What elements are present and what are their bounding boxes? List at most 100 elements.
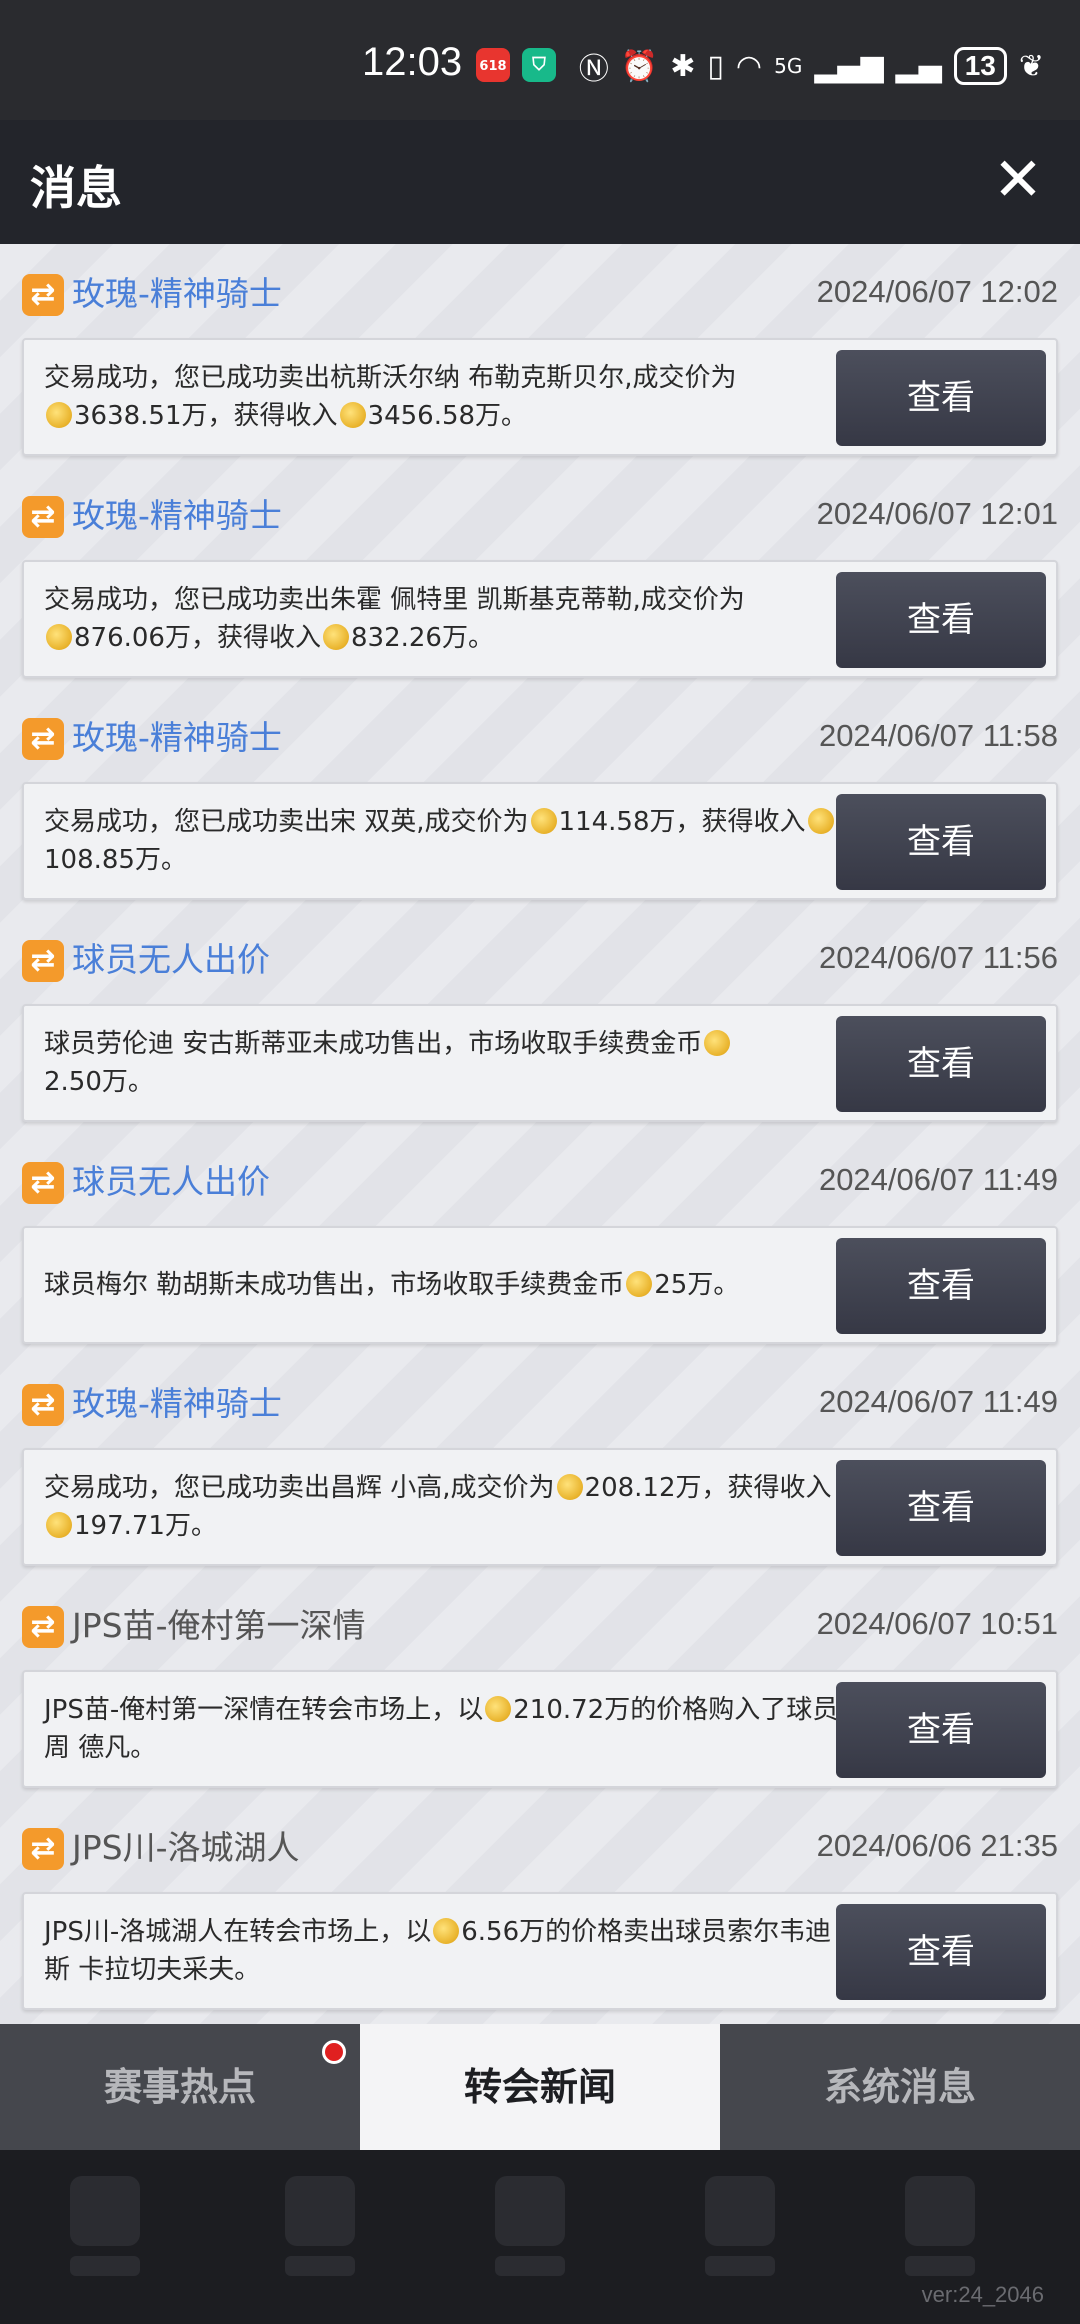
coin-icon (704, 1030, 731, 1056)
coin-icon (433, 1918, 460, 1944)
coin-icon (530, 808, 557, 834)
message-text: 交易成功，您已成功卖出朱霍 佩特里 凯斯基克蒂勒,成交价为 876.06万，获得收… (44, 585, 745, 653)
coin-icon (46, 624, 72, 650)
message-sender[interactable]: 玫瑰-精神骑士 (72, 1382, 282, 1426)
message-item: ⇄ 玫瑰-精神骑士 2024/06/07 12:01 交易成功，您已成功卖出朱霍… (0, 466, 1080, 688)
status-icons: Ⓝ ⏰ ✱ ▯ ◠ 5G ▂▄▆ ▂▄ 13 ❦ (579, 44, 1044, 88)
message-card: 交易成功，您已成功卖出昌辉 小高,成交价为 208.12万，获得收入197.71万… (22, 1448, 1058, 1566)
message-item: ⇄ 玫瑰-精神骑士 2024/06/07 12:02 交易成功，您已成功卖出杭斯… (0, 244, 1080, 466)
tab-transfer-news[interactable]: 转会新闻 (360, 2024, 720, 2150)
transfer-icon: ⇄ (22, 1162, 64, 1204)
message-text: 交易成功，您已成功卖出杭斯沃尔纳 布勒克斯贝尔,成交价为 3638.51万，获得收… (44, 363, 737, 431)
coin-icon (46, 402, 72, 428)
view-button[interactable]: 查看 (836, 1460, 1046, 1556)
message-time: 2024/06/07 11:56 (818, 940, 1058, 975)
game-bottom-nav: ver:24_2046 (0, 2150, 1080, 2324)
message-card: 交易成功，您已成功卖出朱霍 佩特里 凯斯基克蒂勒,成交价为 876.06万，获得收… (22, 560, 1058, 678)
view-button[interactable]: 查看 (836, 1016, 1046, 1112)
message-sender[interactable]: 玫瑰-精神骑士 (72, 272, 282, 316)
message-text: JPS川-洛城湖人在转会市场上，以 6.56万的价格卖出球员索尔韦迪斯 卡拉切夫采… (44, 1917, 832, 1985)
message-header: ⇄ 玫瑰-精神骑士 2024/06/07 11:49 (22, 1380, 1058, 1430)
message-sender[interactable]: 玫瑰-精神骑士 (72, 716, 282, 760)
message-sender[interactable]: JPS苗-俺村第一深情 (72, 1604, 366, 1648)
message-time: 2024/06/07 12:02 (816, 274, 1058, 309)
view-button[interactable]: 查看 (836, 1682, 1046, 1778)
message-card: JPS苗-俺村第一深情在转会市场上，以 210.72万的价格购入了球员周 德凡。 … (22, 1670, 1058, 1788)
view-button[interactable]: 查看 (836, 1238, 1046, 1334)
message-header: ⇄ 球员无人出价 2024/06/07 11:49 (22, 1158, 1058, 1208)
vibrate-icon: ▯ (707, 48, 724, 84)
message-card: 球员梅尔 勒胡斯未成功售出，市场收取手续费金币 25万。 查看 (22, 1226, 1058, 1344)
transfer-icon: ⇄ (22, 274, 64, 316)
view-button[interactable]: 查看 (836, 350, 1046, 446)
message-item: ⇄ JPS川-洛城湖人 2024/06/06 21:35 JPS川-洛城湖人在转… (0, 1798, 1080, 2020)
nfc-icon: Ⓝ (578, 52, 609, 87)
taobao-app-icon: 618 (476, 48, 510, 82)
nav-icon (495, 2176, 565, 2246)
message-list[interactable]: ⇄ 玫瑰-精神骑士 2024/06/07 12:02 交易成功，您已成功卖出杭斯… (0, 244, 1080, 2024)
coin-icon (626, 1271, 653, 1297)
coin-icon (485, 1696, 512, 1722)
version-label: ver:24_2046 (921, 2282, 1044, 2307)
tab-system-messages[interactable]: 系统消息 (720, 2024, 1080, 2150)
coin-icon (556, 1474, 583, 1500)
battery-indicator: 13 (953, 47, 1007, 85)
message-text: 球员劳伦迪 安古斯蒂亚未成功售出，市场收取手续费金币 2.50万。 (44, 1006, 844, 1120)
view-button[interactable]: 查看 (836, 572, 1046, 668)
transfer-icon: ⇄ (22, 1384, 64, 1426)
message-time: 2024/06/07 11:49 (818, 1162, 1058, 1197)
nav-icon (905, 2176, 975, 2246)
message-item: ⇄ 球员无人出价 2024/06/07 11:49 球员梅尔 勒胡斯未成功售出，… (0, 1132, 1080, 1354)
header: 消息 ✕ (0, 120, 1080, 244)
status-time: 12:03 (362, 40, 463, 84)
signal-2-icon: ▂▄ (895, 48, 942, 84)
nav-icon (285, 2176, 355, 2246)
message-item: ⇄ 球员无人出价 2024/06/07 11:56 球员劳伦迪 安古斯蒂亚未成功… (0, 910, 1080, 1132)
tab-match-highlights[interactable]: 赛事热点 (0, 2024, 360, 2150)
close-icon: ✕ (992, 145, 1044, 215)
signal-icon: ▂▄▆ (814, 48, 884, 84)
notification-dot (322, 2040, 346, 2064)
transfer-icon: ⇄ (22, 940, 64, 982)
message-tabs: 赛事热点 转会新闻 系统消息 (0, 2024, 1080, 2150)
message-text: 球员梅尔 勒胡斯未成功售出，市场收取手续费金币 25万。 (44, 1270, 740, 1300)
message-text: 交易成功，您已成功卖出宋 双英,成交价为 114.58万，获得收入108.85万。 (44, 784, 844, 898)
message-header: ⇄ 玫瑰-精神骑士 2024/06/07 12:01 (22, 492, 1058, 542)
leaf-icon: ❦ (1018, 48, 1044, 84)
coin-icon (339, 402, 366, 428)
transfer-icon: ⇄ (22, 496, 64, 538)
message-header: ⇄ JPS苗-俺村第一深情 2024/06/07 10:51 (22, 1602, 1058, 1652)
message-card: 交易成功，您已成功卖出杭斯沃尔纳 布勒克斯贝尔,成交价为 3638.51万，获得收… (22, 338, 1058, 456)
message-time: 2024/06/07 10:51 (816, 1606, 1058, 1641)
app-notification-icon: ⛉ (522, 48, 556, 82)
message-header: ⇄ JPS川-洛城湖人 2024/06/06 21:35 (22, 1824, 1058, 1874)
nav-icon (705, 2176, 775, 2246)
message-sender[interactable]: JPS川-洛城湖人 (72, 1826, 300, 1870)
view-button[interactable]: 查看 (836, 794, 1046, 890)
message-text: 交易成功，您已成功卖出昌辉 小高,成交价为 208.12万，获得收入197.71万… (44, 1473, 832, 1541)
status-bar: 12:03 618 ⛉ Ⓝ ⏰ ✱ ▯ ◠ 5G ▂▄▆ ▂▄ 13 ❦ (0, 0, 1080, 120)
page-title: 消息 (30, 161, 122, 215)
message-text: JPS苗-俺村第一深情在转会市场上，以 210.72万的价格购入了球员周 德凡。 (44, 1695, 839, 1763)
message-header: ⇄ 玫瑰-精神骑士 2024/06/07 12:02 (22, 270, 1058, 320)
message-item: ⇄ 玫瑰-精神骑士 2024/06/07 11:49 交易成功，您已成功卖出昌辉… (0, 1354, 1080, 1576)
view-button[interactable]: 查看 (836, 1904, 1046, 2000)
message-card: 交易成功，您已成功卖出宋 双英,成交价为 114.58万，获得收入108.85万。… (22, 782, 1058, 900)
message-header: ⇄ 玫瑰-精神骑士 2024/06/07 11:58 (22, 714, 1058, 764)
close-button[interactable]: ✕ (988, 150, 1048, 210)
coin-icon (322, 624, 349, 650)
alarm-icon: ⏰ (620, 48, 659, 84)
message-item: ⇄ JPS苗-俺村第一深情 2024/06/07 10:51 JPS苗-俺村第一… (0, 1576, 1080, 1798)
coin-icon (46, 1512, 72, 1538)
coin-icon (807, 808, 834, 834)
message-sender[interactable]: 球员无人出价 (72, 938, 270, 982)
message-time: 2024/06/06 21:35 (816, 1828, 1058, 1863)
message-time: 2024/06/07 12:01 (816, 496, 1058, 531)
message-sender[interactable]: 玫瑰-精神骑士 (72, 494, 282, 538)
message-card: JPS川-洛城湖人在转会市场上，以 6.56万的价格卖出球员索尔韦迪斯 卡拉切夫采… (22, 1892, 1058, 2010)
network-label: 5G (774, 54, 803, 78)
transfer-icon: ⇄ (22, 718, 64, 760)
message-card: 球员劳伦迪 安古斯蒂亚未成功售出，市场收取手续费金币 2.50万。 查看 (22, 1004, 1058, 1122)
wifi-icon: ◠ (735, 48, 763, 84)
message-sender[interactable]: 球员无人出价 (72, 1160, 270, 1204)
